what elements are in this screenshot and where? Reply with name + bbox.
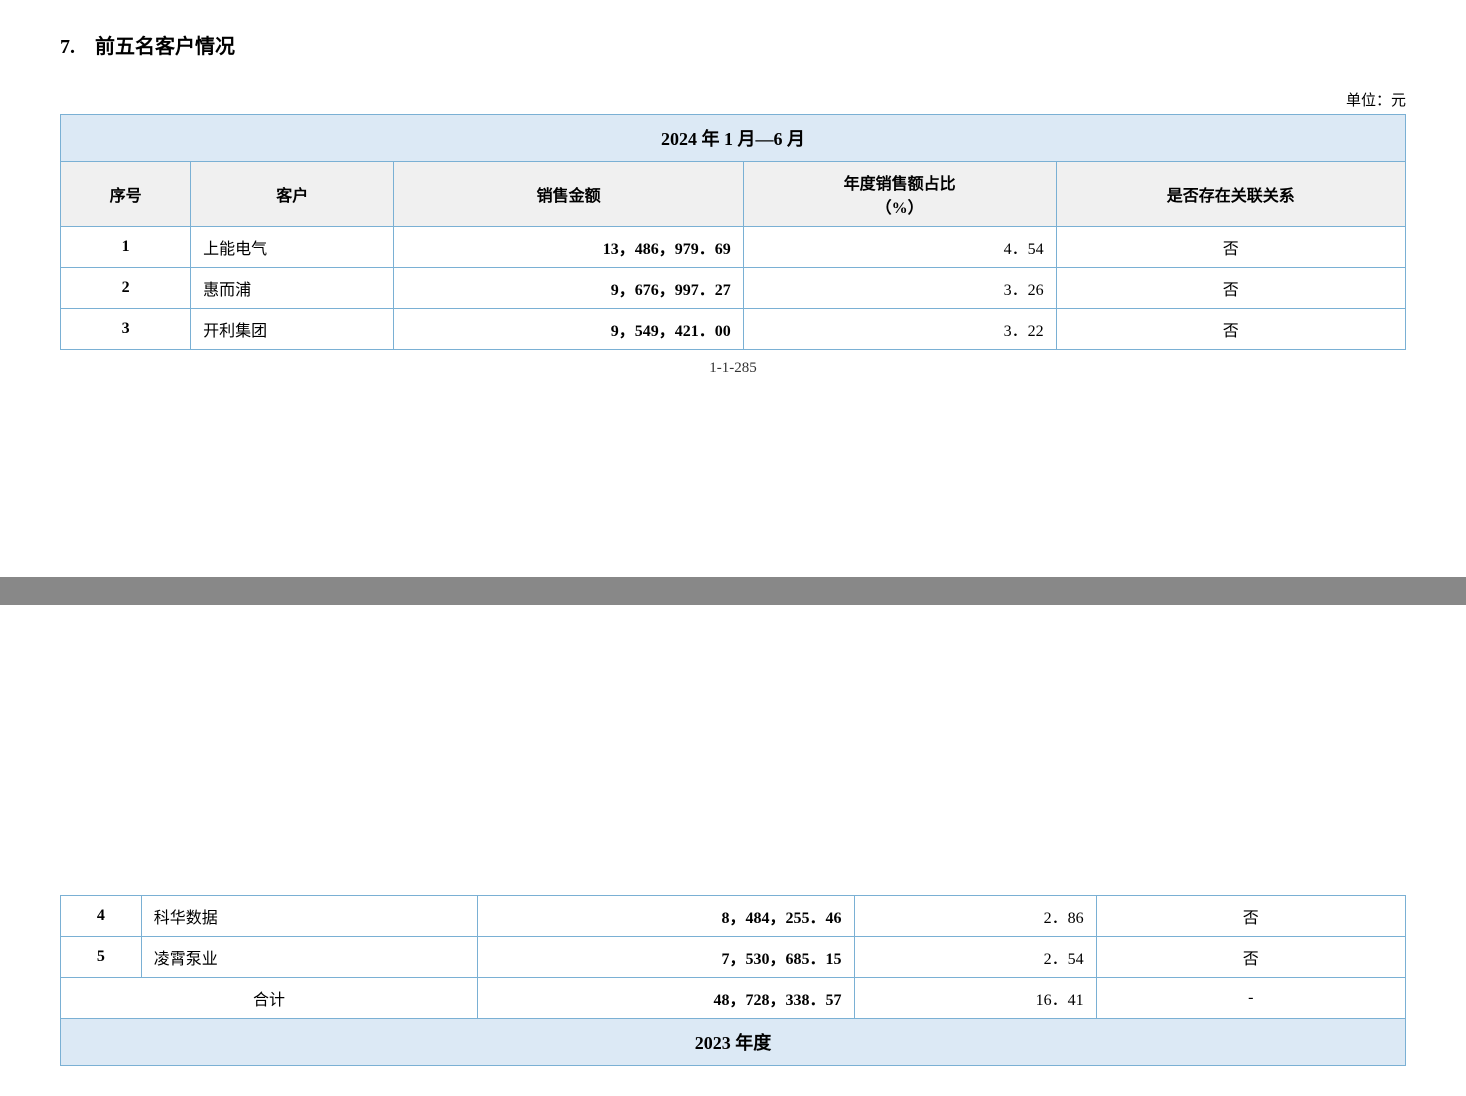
col-header-relation: 是否存在关联关系 xyxy=(1056,162,1405,227)
row2-pct: 3．26 xyxy=(743,268,1056,309)
next-period-row: 2023 年度 xyxy=(61,1019,1406,1066)
table-row: 4 科华数据 8，484，255．46 2．86 否 xyxy=(61,896,1406,937)
row1-customer: 上能电气 xyxy=(191,227,394,268)
row5-num: 5 xyxy=(61,937,142,978)
table-bottom: 4 科华数据 8，484，255．46 2．86 否 5 凌霄泵业 7，530，… xyxy=(60,895,1406,1066)
col-header-pct: 年度销售额占比（%） xyxy=(743,162,1056,227)
table-row: 3 开利集团 9，549，421．00 3．22 否 xyxy=(61,309,1406,350)
total-amount: 48，728，338．57 xyxy=(477,978,854,1019)
table-row: 1 上能电气 13，486，979．69 4．54 否 xyxy=(61,227,1406,268)
period-header-row: 2024 年 1 月—6 月 xyxy=(61,115,1406,162)
spacer-top xyxy=(60,377,1406,577)
row5-customer: 凌霄泵业 xyxy=(141,937,477,978)
row3-pct: 3．22 xyxy=(743,309,1056,350)
col-header-amount: 销售金额 xyxy=(394,162,743,227)
table-row: 2 惠而浦 9，676，997．27 3．26 否 xyxy=(61,268,1406,309)
gray-divider xyxy=(0,577,1466,605)
period-header: 2024 年 1 月—6 月 xyxy=(61,115,1406,162)
row5-pct: 2．54 xyxy=(854,937,1096,978)
col-header-row: 序号 客户 销售金额 年度销售额占比（%） 是否存在关联关系 xyxy=(61,162,1406,227)
row2-relation: 否 xyxy=(1056,268,1405,309)
row4-num: 4 xyxy=(61,896,142,937)
page-indicator: 1-1-285 xyxy=(60,360,1406,377)
row3-amount: 9，549，421．00 xyxy=(394,309,743,350)
total-pct: 16．41 xyxy=(854,978,1096,1019)
row2-customer: 惠而浦 xyxy=(191,268,394,309)
row4-customer: 科华数据 xyxy=(141,896,477,937)
row4-relation: 否 xyxy=(1096,896,1405,937)
unit-label: 单位：元 xyxy=(60,89,1406,110)
total-label: 合计 xyxy=(61,978,478,1019)
row4-amount: 8，484，255．46 xyxy=(477,896,854,937)
next-period-label: 2023 年度 xyxy=(61,1019,1406,1066)
col-header-customer: 客户 xyxy=(191,162,394,227)
row3-relation: 否 xyxy=(1056,309,1405,350)
section-title-text: 前五名客户情况 xyxy=(95,30,235,59)
row3-num: 3 xyxy=(61,309,191,350)
table-row: 5 凌霄泵业 7，530，685．15 2．54 否 xyxy=(61,937,1406,978)
row5-amount: 7，530，685．15 xyxy=(477,937,854,978)
spacer-middle xyxy=(60,605,1406,865)
row2-num: 2 xyxy=(61,268,191,309)
row5-relation: 否 xyxy=(1096,937,1405,978)
row1-amount: 13，486，979．69 xyxy=(394,227,743,268)
section-number: 7. xyxy=(60,36,75,59)
bottom-section: 4 科华数据 8，484，255．46 2．86 否 5 凌霄泵业 7，530，… xyxy=(60,895,1406,1066)
row1-relation: 否 xyxy=(1056,227,1405,268)
section-title: 7. 前五名客户情况 xyxy=(60,30,1406,59)
row4-pct: 2．86 xyxy=(854,896,1096,937)
table-2024: 2024 年 1 月—6 月 序号 客户 销售金额 年度销售额占比（%） 是否存… xyxy=(60,114,1406,350)
page-container: 7. 前五名客户情况 单位：元 2024 年 1 月—6 月 序号 客户 销售金… xyxy=(0,0,1466,1096)
row3-customer: 开利集团 xyxy=(191,309,394,350)
row1-pct: 4．54 xyxy=(743,227,1056,268)
total-relation: - xyxy=(1096,978,1405,1019)
total-row: 合计 48，728，338．57 16．41 - xyxy=(61,978,1406,1019)
col-header-num: 序号 xyxy=(61,162,191,227)
row1-num: 1 xyxy=(61,227,191,268)
row2-amount: 9，676，997．27 xyxy=(394,268,743,309)
